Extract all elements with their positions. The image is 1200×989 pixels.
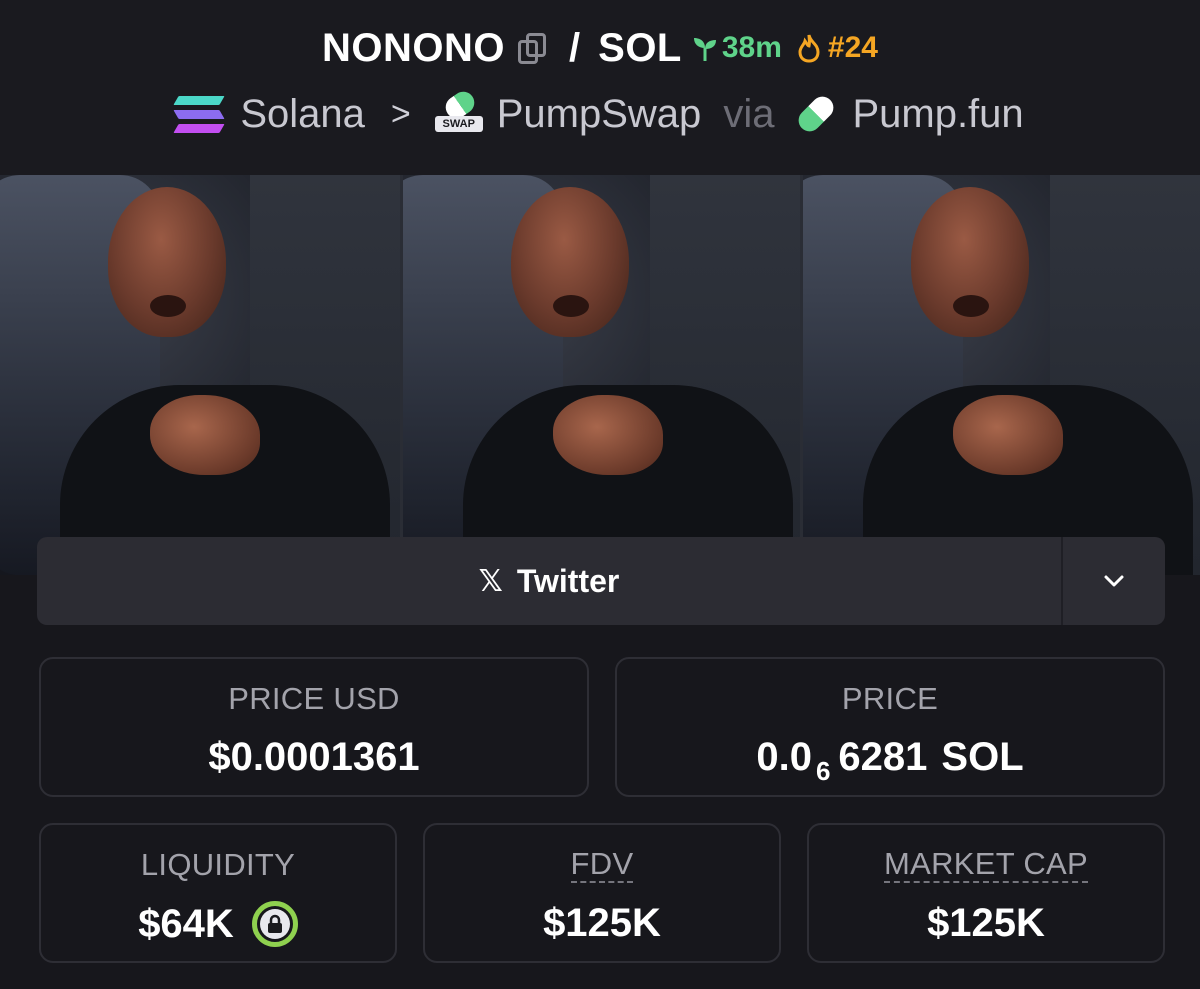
chevron-down-icon xyxy=(1104,575,1124,587)
fdv-label[interactable]: FDV xyxy=(570,847,634,883)
socials-bar: 𝕏 Twitter xyxy=(37,537,1165,625)
trending-rank-value: #24 xyxy=(827,31,878,64)
pair-title-row: NONONO / SOL 38m #24 xyxy=(0,18,1200,78)
fdv-value: $125K xyxy=(543,901,661,945)
banner-frame xyxy=(400,175,800,575)
solana-logo-icon xyxy=(173,94,225,134)
liquidity-value: $64K xyxy=(138,901,234,946)
twitter-link-button[interactable]: 𝕏 Twitter xyxy=(37,537,1061,625)
pumpswap-logo-tag: SWAP xyxy=(434,116,483,132)
liquidity-card: LIQUIDITY $64K xyxy=(39,823,397,963)
price-native-unit: SOL xyxy=(941,735,1024,779)
chevron-right-icon: > xyxy=(390,94,411,133)
price-usd-value: $0.0001361 xyxy=(208,735,420,779)
market-cap-label[interactable]: MARKET CAP xyxy=(884,847,1088,883)
price-native-zero-count: 6 xyxy=(815,756,831,786)
price-native-prefix: 0.0 xyxy=(756,735,812,779)
copy-icon[interactable] xyxy=(515,31,549,65)
market-cap-value: $125K xyxy=(927,901,1045,945)
sprout-icon xyxy=(693,38,716,61)
token-symbol: NONONO xyxy=(322,25,506,70)
token-banner-image xyxy=(0,175,1200,575)
socials-dropdown-button[interactable] xyxy=(1061,537,1165,625)
quote-symbol: SOL xyxy=(598,25,682,70)
price-native-value: 0.0 6 6281 SOL xyxy=(756,735,1024,786)
pair-header: NONONO / SOL 38m #24 Solana > SWAP PumpS… xyxy=(0,0,1200,175)
breadcrumb-dex[interactable]: PumpSwap xyxy=(497,92,702,137)
price-native-label: PRICE xyxy=(841,681,939,716)
pumpswap-logo-icon: SWAP xyxy=(434,87,483,136)
fdv-card: FDV $125K xyxy=(423,823,781,963)
price-usd-card: PRICE USD $0.0001361 xyxy=(39,657,589,797)
pumpfun-logo-icon xyxy=(794,92,839,136)
breadcrumb-via: via xyxy=(723,91,775,136)
banner-frame xyxy=(0,175,400,575)
price-native-card: PRICE 0.0 6 6281 SOL xyxy=(615,657,1165,797)
liquidity-value-row: $64K xyxy=(138,901,298,947)
price-native-digits: 6281 xyxy=(838,735,928,779)
flame-icon xyxy=(798,34,820,63)
twitter-link-label: Twitter xyxy=(516,562,620,599)
pair-separator: / xyxy=(569,25,581,70)
breadcrumb-chain[interactable]: Solana xyxy=(240,92,365,137)
lock-icon[interactable] xyxy=(251,901,298,947)
liquidity-label: LIQUIDITY xyxy=(140,847,296,882)
pair-age: 38m xyxy=(692,31,782,65)
trending-rank: #24 xyxy=(796,31,878,65)
market-cap-card: MARKET CAP $125K xyxy=(807,823,1165,963)
breadcrumb-launchpad[interactable]: Pump.fun xyxy=(852,92,1023,137)
banner-frame xyxy=(800,175,1200,575)
price-usd-label: PRICE USD xyxy=(228,681,400,716)
pair-age-value: 38m xyxy=(721,31,782,64)
breadcrumb: Solana > SWAP PumpSwap via Pump.fun xyxy=(0,84,1200,144)
x-logo-icon: 𝕏 xyxy=(478,563,503,599)
